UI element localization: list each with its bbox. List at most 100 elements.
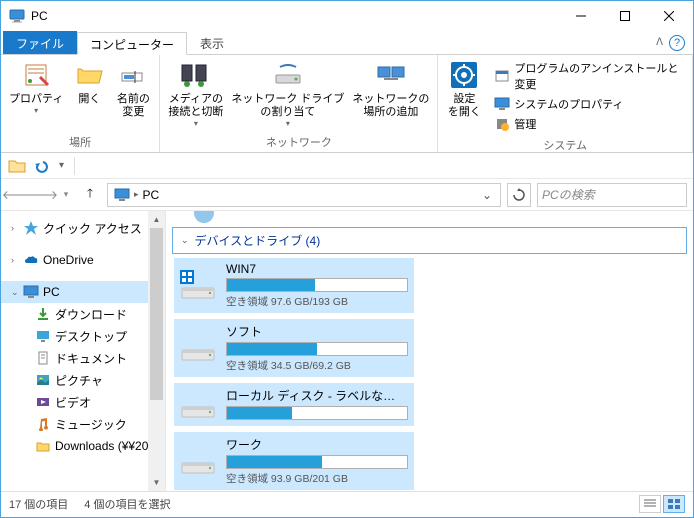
ribbon-group-places: プロパティ ▾ 開く 名前の 変更 場所 — [1, 55, 160, 152]
forward-button[interactable]: 🡒 — [31, 184, 53, 206]
status-bar: 17 個の項目 4 個の項目を選択 — [1, 491, 693, 515]
window-title: PC — [31, 9, 559, 23]
expand-icon[interactable]: › — [11, 255, 23, 265]
videos-icon — [35, 394, 51, 410]
monitor-icon — [494, 96, 510, 112]
scroll-up-button[interactable]: ▲ — [148, 211, 165, 228]
onedrive-icon — [23, 252, 39, 268]
up-button[interactable]: 🡑 — [79, 184, 101, 206]
uninstall-button[interactable]: プログラムのアンインストールと変更 — [492, 59, 682, 93]
open-settings-button[interactable]: 設定 を開く — [442, 57, 486, 121]
dropdown-icon: ▾ — [286, 119, 290, 128]
sidebar-item-videos[interactable]: ビデオ — [1, 391, 165, 413]
sidebar-scrollbar[interactable]: ▲ ▼ — [148, 211, 165, 491]
rename-icon — [117, 59, 149, 91]
view-toggle — [639, 495, 685, 513]
navigation-bar: 🡐 🡒 ▾ 🡑 ▸ PC ⌄ PCの検索 — [1, 179, 693, 211]
sidebar-item-music[interactable]: ミュージック — [1, 413, 165, 435]
partial-folders-row — [166, 211, 693, 225]
downloads-icon — [35, 306, 51, 322]
chevron-down-icon: ⌄ — [181, 235, 189, 246]
tab-view[interactable]: 表示 — [187, 31, 237, 54]
sidebar-item-downloads[interactable]: ダウンロード — [1, 303, 165, 325]
music-icon — [35, 416, 51, 432]
drive-name: WIN7 — [226, 262, 406, 276]
drive-space: 空き領域 93.9 GB/201 GB — [226, 471, 408, 486]
drive-name: ワーク — [226, 436, 406, 453]
sidebar-item-quick-access[interactable]: › クイック アクセス — [1, 217, 165, 239]
properties-button[interactable]: プロパティ ▾ — [5, 57, 67, 117]
drive-item[interactable]: ソフト空き領域 34.5 GB/69.2 GB — [174, 319, 414, 377]
drives-list: WIN7空き領域 97.6 GB/193 GB ソフト空き領域 34.5 GB/6… — [166, 258, 693, 490]
status-selected-count: 4 個の項目を選択 — [84, 496, 170, 512]
drive-icon — [180, 332, 216, 364]
qat-dropdown[interactable]: ▾ — [55, 160, 68, 171]
scroll-down-button[interactable]: ▼ — [148, 474, 165, 491]
tab-file[interactable]: ファイル — [3, 31, 77, 54]
drive-name: ローカル ディスク - ラベルなしのボリューム 1 — [226, 387, 406, 404]
recent-dropdown[interactable]: ▾ — [55, 184, 77, 206]
tiles-view-button[interactable] — [663, 495, 685, 513]
drive-item[interactable]: WIN7空き領域 97.6 GB/193 GB — [174, 258, 414, 313]
address-dropdown[interactable]: ⌄ — [476, 188, 498, 202]
scroll-thumb[interactable] — [150, 228, 163, 400]
help-icon[interactable]: ? — [669, 35, 685, 51]
map-drive-button[interactable]: ネットワーク ドライブ の割り当て ▾ — [227, 57, 348, 130]
dropdown-icon: ▾ — [194, 119, 198, 128]
folder-icon[interactable] — [7, 156, 27, 176]
pictures-icon — [35, 372, 51, 388]
drive-info: ソフト空き領域 34.5 GB/69.2 GB — [226, 323, 408, 373]
drive-item[interactable]: ワーク空き領域 93.9 GB/201 GB — [174, 432, 414, 490]
uninstall-icon — [494, 68, 510, 84]
drive-icon — [180, 445, 216, 477]
refresh-button[interactable] — [507, 183, 531, 207]
sidebar-item-onedrive[interactable]: › OneDrive — [1, 249, 165, 271]
folder-open-icon — [73, 59, 105, 91]
sidebar-item-pictures[interactable]: ピクチャ — [1, 369, 165, 391]
desktop-icon — [35, 328, 51, 344]
sidebar-item-documents[interactable]: ドキュメント — [1, 347, 165, 369]
sidebar-item-downloads-network[interactable]: Downloads (¥¥20 — [1, 435, 165, 457]
quick-access-toolbar: ▾ — [1, 153, 693, 179]
capacity-bar — [226, 342, 408, 356]
add-location-button[interactable]: ネットワークの 場所の追加 — [348, 57, 433, 121]
close-button[interactable] — [647, 2, 691, 30]
maximize-button[interactable] — [603, 2, 647, 30]
drive-name: ソフト — [226, 323, 406, 340]
star-icon — [23, 220, 39, 236]
dropdown-icon: ▾ — [34, 106, 38, 115]
capacity-bar — [226, 278, 408, 292]
rename-button[interactable]: 名前の 変更 — [111, 57, 155, 121]
map-drive-icon — [272, 59, 304, 91]
navigation-pane: › クイック アクセス › OneDrive ⌄ PC ダウンロード デスクトッ… — [1, 211, 166, 491]
status-item-count: 17 個の項目 — [9, 496, 68, 512]
minimize-button[interactable] — [559, 2, 603, 30]
drive-info: WIN7空き領域 97.6 GB/193 GB — [226, 262, 408, 309]
address-bar[interactable]: ▸ PC ⌄ — [107, 183, 501, 207]
undo-button[interactable] — [31, 156, 51, 176]
open-button[interactable]: 開く — [67, 57, 111, 108]
media-icon — [180, 59, 212, 91]
details-view-button[interactable] — [639, 495, 661, 513]
search-input[interactable]: PCの検索 — [537, 183, 687, 207]
sidebar-item-pc[interactable]: ⌄ PC — [1, 281, 165, 303]
drive-item[interactable]: ローカル ディスク - ラベルなしのボリューム 1 — [174, 383, 414, 426]
devices-group-header[interactable]: ⌄ デバイスとドライブ (4) — [172, 227, 687, 254]
manage-icon — [494, 116, 510, 132]
breadcrumb-pc[interactable]: PC — [139, 188, 164, 202]
capacity-bar — [226, 406, 408, 420]
group-label-places: 場所 — [5, 132, 155, 152]
expand-icon[interactable]: › — [11, 223, 23, 233]
media-connect-button[interactable]: メディアの 接続と切断 ▾ — [164, 57, 227, 130]
system-properties-button[interactable]: システムのプロパティ — [492, 95, 682, 113]
collapse-ribbon-icon[interactable]: ᐱ — [656, 37, 663, 48]
drive-info: ローカル ディスク - ラベルなしのボリューム 1 — [226, 387, 408, 422]
sidebar-item-desktop[interactable]: デスクトップ — [1, 325, 165, 347]
group-label-system: システム — [442, 135, 688, 155]
tab-computer[interactable]: コンピューター — [77, 32, 187, 55]
ribbon-group-system: 設定 を開く プログラムのアンインストールと変更 システムのプロパティ 管理 シ… — [438, 55, 693, 152]
ribbon: プロパティ ▾ 開く 名前の 変更 場所 メディアの 接続と切断 ▾ ネットワ — [1, 55, 693, 153]
collapse-icon[interactable]: ⌄ — [11, 287, 23, 298]
manage-button[interactable]: 管理 — [492, 115, 682, 133]
drive-space: 空き領域 34.5 GB/69.2 GB — [226, 358, 408, 373]
